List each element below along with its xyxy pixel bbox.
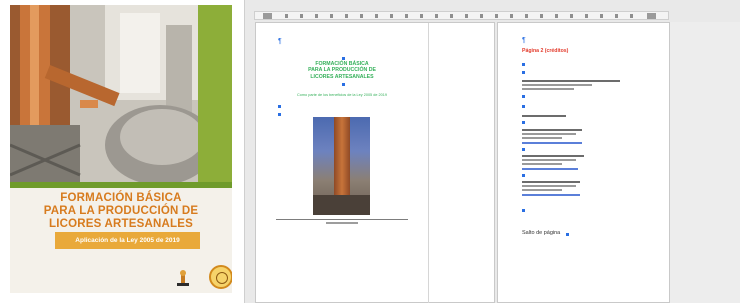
cover-title-line: FORMACIÓN BÁSICA bbox=[60, 192, 182, 204]
cover-divider bbox=[10, 182, 232, 188]
credits-text-line bbox=[522, 185, 576, 187]
ruler-tick bbox=[615, 14, 618, 18]
ruler-tick bbox=[345, 14, 348, 18]
horizontal-ruler[interactable] bbox=[254, 11, 669, 20]
credits-text-line bbox=[522, 163, 562, 165]
credits-text-line bbox=[522, 137, 562, 139]
page-margin-divider bbox=[428, 23, 429, 303]
credits-text-line bbox=[522, 115, 566, 117]
anchor-marker-icon bbox=[522, 148, 525, 151]
anchor-marker-icon bbox=[522, 95, 525, 98]
paragraph-mark-icon: ¶ bbox=[522, 37, 526, 44]
document-title: FORMACIÓN BÁSICA PARA LA PRODUCCIÓN DE L… bbox=[282, 61, 402, 80]
credits-text-line bbox=[522, 155, 584, 157]
ruler-tick bbox=[480, 14, 483, 18]
ruler-tick bbox=[600, 14, 603, 18]
credits-heading: Página 2 (créditos) bbox=[522, 48, 569, 54]
screenshot-canvas: FORMACIÓN BÁSICA PARA LA PRODUCCIÓN DE L… bbox=[0, 0, 740, 303]
ruler-tick bbox=[420, 14, 423, 18]
document-title-line: LICORES ARTESANALES bbox=[310, 73, 374, 80]
anchor-marker-icon bbox=[342, 57, 345, 60]
image-caption bbox=[326, 222, 358, 224]
ruler-tick bbox=[435, 14, 438, 18]
credits-text-line bbox=[522, 84, 592, 86]
anchor-marker-icon bbox=[278, 105, 281, 108]
cover-title: FORMACIÓN BÁSICA PARA LA PRODUCCIÓN DE L… bbox=[20, 192, 222, 231]
ruler-tick bbox=[285, 14, 288, 18]
cover-title-line: PARA LA PRODUCCIÓN DE bbox=[43, 205, 199, 217]
page-break-label: Salto de página bbox=[522, 230, 561, 236]
credits-text-line bbox=[522, 159, 576, 161]
ruler-tick bbox=[405, 14, 408, 18]
ruler-tick bbox=[570, 14, 573, 18]
paragraph-mark-icon: ¶ bbox=[278, 38, 282, 45]
anchor-marker-icon bbox=[522, 174, 525, 177]
credits-text-line bbox=[522, 129, 582, 131]
ruler-tick bbox=[465, 14, 468, 18]
credits-text-line bbox=[522, 88, 574, 90]
document-page-1[interactable]: ¶ FORMACIÓN BÁSICA PARA LA PRODUCCIÓN DE… bbox=[255, 22, 495, 303]
ruler-tick bbox=[495, 14, 498, 18]
document-subtitle: Como parte de los beneficios de la Ley 2… bbox=[297, 93, 387, 97]
anchor-marker-icon bbox=[522, 121, 525, 124]
anchor-marker-icon bbox=[342, 83, 345, 86]
anchor-marker-icon bbox=[522, 63, 525, 66]
ruler-tick bbox=[630, 14, 633, 18]
anchor-marker-icon bbox=[522, 105, 525, 108]
ruler-tick bbox=[330, 14, 333, 18]
ruler-tick bbox=[390, 14, 393, 18]
anchor-marker-icon bbox=[522, 71, 525, 74]
ruler-tick bbox=[540, 14, 543, 18]
credits-email-link[interactable] bbox=[522, 142, 582, 144]
ruler-tick bbox=[525, 14, 528, 18]
credits-text-line bbox=[522, 189, 562, 191]
cover-photo bbox=[10, 5, 232, 182]
credits-text-line bbox=[522, 80, 620, 82]
editor-canvas-gutter bbox=[670, 22, 740, 303]
document-image[interactable] bbox=[313, 117, 370, 215]
book-cover: FORMACIÓN BÁSICA PARA LA PRODUCCIÓN DE L… bbox=[10, 5, 232, 293]
ruler-right-margin-marker[interactable] bbox=[647, 13, 656, 19]
ruler-tick bbox=[510, 14, 513, 18]
ruler-tick bbox=[315, 14, 318, 18]
anchor-marker-icon bbox=[522, 209, 525, 212]
institution-logo-icon bbox=[177, 270, 189, 286]
credits-text-line bbox=[522, 181, 580, 183]
photo-base bbox=[313, 195, 370, 215]
ruler-tick bbox=[360, 14, 363, 18]
ruler-tick bbox=[555, 14, 558, 18]
credits-email-link[interactable] bbox=[522, 168, 578, 170]
ruler-tick bbox=[300, 14, 303, 18]
horizontal-rule bbox=[276, 219, 408, 220]
seal-logo-icon bbox=[209, 265, 232, 289]
cover-accent-band bbox=[198, 5, 232, 182]
cover-title-line: LICORES ARTESANALES bbox=[49, 218, 193, 230]
cover-ribbon: Aplicación de la Ley 2005 de 2019 bbox=[55, 232, 200, 249]
ruler-tick bbox=[375, 14, 378, 18]
ruler-tick bbox=[585, 14, 588, 18]
credits-text-line bbox=[522, 133, 576, 135]
copper-still-illustration bbox=[10, 5, 198, 182]
ruler-indent-marker[interactable] bbox=[263, 13, 272, 19]
credits-email-link[interactable] bbox=[522, 194, 580, 196]
anchor-marker-icon bbox=[278, 113, 281, 116]
ruler-tick bbox=[450, 14, 453, 18]
document-page-2[interactable]: ¶ Página 2 (créditos) Salto de página bbox=[497, 22, 670, 303]
anchor-marker-icon bbox=[566, 233, 569, 236]
